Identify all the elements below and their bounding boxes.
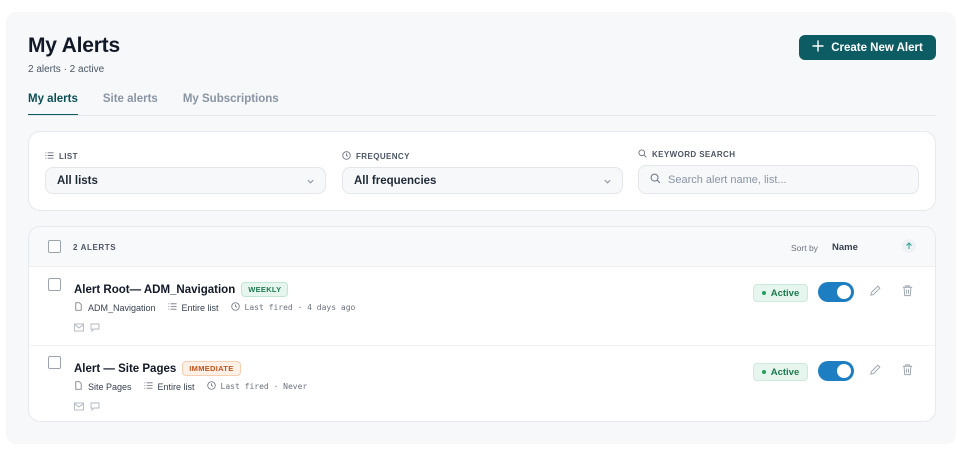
frequency-filter-label: FREQUENCY — [342, 151, 410, 162]
keyword-search-box[interactable] — [638, 165, 919, 194]
status-dot — [761, 291, 766, 295]
alert-enabled-toggle[interactable] — [818, 361, 854, 381]
status-badge: Active — [753, 363, 808, 381]
alert-meta: Site Pages Entire list Last fired · Neve… — [74, 381, 307, 392]
alert-meta: ADM_Navigation Entire list Last fired · … — [74, 302, 355, 313]
tabs-divider — [28, 115, 936, 116]
alert-scope: Entire list — [143, 381, 195, 392]
alert-title: Alert Root— ADM_Navigation WEEKLY — [74, 282, 289, 297]
frequency-select[interactable]: All frequencies — [342, 167, 623, 194]
alert-enabled-toggle[interactable] — [818, 282, 854, 302]
create-new-alert-button[interactable]: Create New Alert — [799, 35, 936, 60]
alerts-list-header: 2 ALERTS Sort by Name — [29, 227, 935, 267]
list-icon — [143, 381, 153, 392]
mail-icon — [74, 319, 84, 337]
pencil-icon — [870, 364, 881, 375]
alert-site: Site Pages — [74, 381, 132, 392]
pencil-icon — [870, 285, 881, 296]
delivery-channels — [74, 319, 100, 337]
filter-card: LIST All lists FREQUENCY All frequencies… — [28, 131, 936, 211]
delete-alert-button[interactable] — [901, 363, 915, 377]
row-checkbox[interactable] — [48, 278, 61, 291]
select-all-checkbox[interactable] — [48, 240, 61, 253]
row-checkbox[interactable] — [48, 356, 61, 369]
clock-icon — [230, 302, 240, 313]
toggle-knob — [837, 364, 851, 378]
delete-alert-button[interactable] — [901, 284, 915, 298]
tab-site-alerts[interactable]: Site alerts — [103, 90, 158, 114]
plus-icon — [812, 40, 824, 55]
create-new-alert-label: Create New Alert — [831, 41, 923, 54]
trash-icon — [902, 364, 913, 376]
list-select-value: All lists — [57, 174, 98, 187]
list-icon — [45, 151, 54, 162]
document-icon — [74, 381, 83, 392]
alert-title: Alert — Site Pages IMMEDIATE — [74, 361, 241, 376]
arrow-up-icon — [906, 242, 912, 249]
tab-my-subscriptions[interactable]: My Subscriptions — [183, 90, 279, 114]
tab-my-alerts[interactable]: My alerts — [28, 90, 78, 116]
clock-icon — [342, 151, 351, 162]
status-dot — [761, 370, 766, 374]
alert-site: ADM_Navigation — [74, 302, 156, 313]
search-icon — [638, 149, 647, 160]
trash-icon — [902, 285, 913, 297]
search-icon — [650, 171, 661, 189]
alert-summary: 2 alerts · 2 active — [28, 64, 105, 75]
toggle-knob — [837, 285, 851, 299]
list-select[interactable]: All lists — [45, 167, 326, 194]
alert-name[interactable]: Alert — Site Pages — [74, 363, 176, 375]
alerts-count: 2 ALERTS — [73, 243, 117, 252]
sort-field-select[interactable]: Name — [832, 242, 858, 253]
edit-alert-button[interactable] — [869, 363, 883, 377]
chevron-down-icon — [307, 179, 314, 184]
frequency-badge: IMMEDIATE — [182, 361, 241, 376]
alert-last-fired: Last fired · 4 days ago — [230, 302, 355, 313]
edit-alert-button[interactable] — [869, 284, 883, 298]
mail-icon — [74, 398, 84, 416]
frequency-badge: WEEKLY — [241, 282, 289, 297]
clock-icon — [206, 381, 216, 392]
list-filter-label: LIST — [45, 151, 78, 162]
alert-row: Alert — Site Pages IMMEDIATE Site Pages … — [29, 345, 935, 421]
delivery-channels — [74, 398, 100, 416]
keyword-search-input[interactable] — [668, 173, 908, 186]
page-title: My Alerts — [28, 34, 120, 57]
keyword-filter-label: KEYWORD SEARCH — [638, 149, 735, 160]
list-icon — [167, 302, 177, 313]
alerts-list-card: 2 ALERTS Sort by Name Alert Root— ADM_Na… — [28, 226, 936, 422]
alert-row: Alert Root— ADM_Navigation WEEKLY ADM_Na… — [29, 267, 935, 345]
alert-scope: Entire list — [167, 302, 219, 313]
frequency-select-value: All frequencies — [354, 174, 437, 187]
chevron-down-icon — [604, 179, 611, 184]
chat-icon — [90, 398, 100, 416]
sort-direction-button[interactable] — [902, 239, 916, 253]
alert-name[interactable]: Alert Root— ADM_Navigation — [74, 284, 235, 296]
status-badge: Active — [753, 284, 808, 302]
chat-icon — [90, 319, 100, 337]
alert-last-fired: Last fired · Never — [206, 381, 307, 392]
sort-by-label: Sort by — [791, 243, 818, 253]
alert-tabs: My alerts Site alerts My Subscriptions — [28, 90, 304, 116]
document-icon — [74, 302, 83, 313]
